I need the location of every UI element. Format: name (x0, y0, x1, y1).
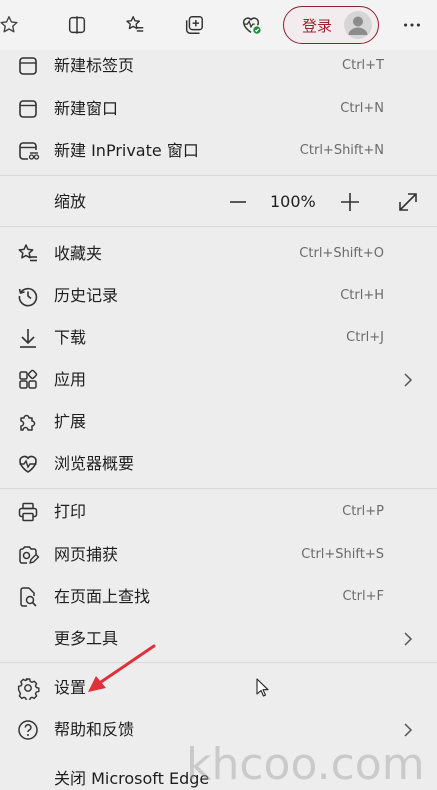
inprivate-window-icon (16, 139, 40, 163)
menu-item-downloads[interactable]: 下载 Ctrl+J (0, 318, 437, 358)
help-question-icon (16, 718, 40, 742)
menu-item-label: 在页面上查找 (54, 587, 151, 606)
menu-item-label: 扩展 (54, 412, 87, 431)
menu-item-apps[interactable]: 应用 (0, 360, 437, 400)
menu-item-label: 设置 (54, 678, 87, 697)
login-button[interactable]: 登录 (283, 6, 379, 44)
favorites-list-icon (16, 242, 40, 266)
menu-item-favorites[interactable]: 收藏夹 Ctrl+Shift+O (0, 234, 437, 274)
menu-item-label: 新建窗口 (54, 99, 119, 118)
menu-item-more-tools[interactable]: 更多工具 (0, 619, 437, 659)
menu-item-settings[interactable]: 设置 (0, 668, 437, 708)
login-button-label: 登录 (302, 16, 333, 35)
menu-divider (0, 226, 437, 227)
apps-grid-icon (16, 368, 40, 392)
menu-item-label: 帮助和反馈 (54, 720, 135, 739)
menu-item-shortcut: Ctrl+F (342, 589, 384, 604)
menu-item-shortcut: Ctrl+Shift+S (301, 547, 384, 562)
heart-pulse-icon (16, 452, 40, 476)
menu-divider (0, 662, 437, 663)
mouse-cursor-icon (256, 678, 269, 697)
menu-item-label: 网页捕获 (54, 545, 119, 564)
menu-item-shortcut: Ctrl+T (342, 58, 384, 73)
menu-item-shortcut: Ctrl+J (346, 330, 384, 345)
download-arrow-icon (16, 326, 40, 350)
menu-item-label: 浏览器概要 (54, 454, 135, 473)
menu-item-find-on-page[interactable]: 在页面上查找 Ctrl+F (0, 577, 437, 617)
menu-item-shortcut: Ctrl+N (340, 101, 384, 116)
web-capture-icon (16, 543, 40, 567)
puzzle-extension-icon (16, 410, 40, 434)
chevron-right-icon (401, 722, 415, 738)
collections-icon[interactable] (179, 10, 209, 40)
chevron-right-icon (401, 372, 415, 388)
new-window-icon (16, 97, 40, 121)
chevron-right-icon (401, 631, 415, 647)
menu-item-shortcut: Ctrl+Shift+N (299, 143, 384, 158)
menu-divider (0, 488, 437, 489)
browser-essentials-icon[interactable] (236, 10, 266, 40)
menu-divider (0, 175, 437, 176)
favorites-list-icon[interactable] (120, 10, 150, 40)
menu-item-label: 应用 (54, 370, 87, 389)
menu-item-shortcut: Ctrl+Shift+O (299, 246, 384, 261)
zoom-level-value: 100% (270, 192, 316, 211)
menu-item-label: 收藏夹 (54, 244, 103, 263)
menu-item-shortcut: Ctrl+H (340, 288, 384, 303)
menu-item-history[interactable]: 历史记录 Ctrl+H (0, 276, 437, 316)
menu-item-label: 下载 (54, 328, 87, 347)
split-screen-icon[interactable] (62, 10, 92, 40)
annotation-arrow (88, 644, 156, 692)
menu-item-new-tab[interactable]: 新建标签页 Ctrl+T (0, 46, 437, 86)
find-in-page-icon (16, 585, 40, 609)
menu-item-new-window[interactable]: 新建窗口 Ctrl+N (0, 89, 437, 129)
history-clock-icon (16, 284, 40, 308)
menu-item-shortcut: Ctrl+P (342, 504, 384, 519)
menu-item-zoom: 缩放 (0, 182, 437, 222)
new-tab-icon (16, 54, 40, 78)
browser-toolbar: 登录 (0, 0, 437, 50)
menu-item-label: 新建 InPrivate 窗口 (54, 141, 199, 160)
menu-item-web-capture[interactable]: 网页捕获 Ctrl+Shift+S (0, 535, 437, 575)
menu-item-browser-essentials[interactable]: 浏览器概要 (0, 444, 437, 484)
zoom-label: 缩放 (54, 192, 87, 211)
menu-item-print[interactable]: 打印 Ctrl+P (0, 492, 437, 532)
menu-item-extensions[interactable]: 扩展 (0, 402, 437, 442)
avatar (344, 11, 372, 39)
menu-item-new-inprivate[interactable]: 新建 InPrivate 窗口 Ctrl+Shift+N (0, 131, 437, 171)
gear-icon (16, 676, 40, 702)
menu-item-label: 打印 (54, 502, 87, 521)
watermark-text: khcoo.com (186, 739, 425, 790)
favorites-star-icon[interactable] (0, 10, 24, 40)
fullscreen-expand-icon[interactable] (394, 188, 422, 216)
more-options-icon[interactable] (397, 10, 427, 40)
menu-item-label: 新建标签页 (54, 56, 135, 75)
edge-settings-menu-page: 登录 新建标签页 Ctrl+T 新建窗口 Ctrl+N 新建 InPrivate… (0, 0, 437, 790)
zoom-out-button[interactable] (224, 188, 252, 216)
printer-icon (16, 500, 40, 524)
zoom-in-button[interactable] (336, 188, 364, 216)
menu-item-label: 历史记录 (54, 286, 119, 305)
